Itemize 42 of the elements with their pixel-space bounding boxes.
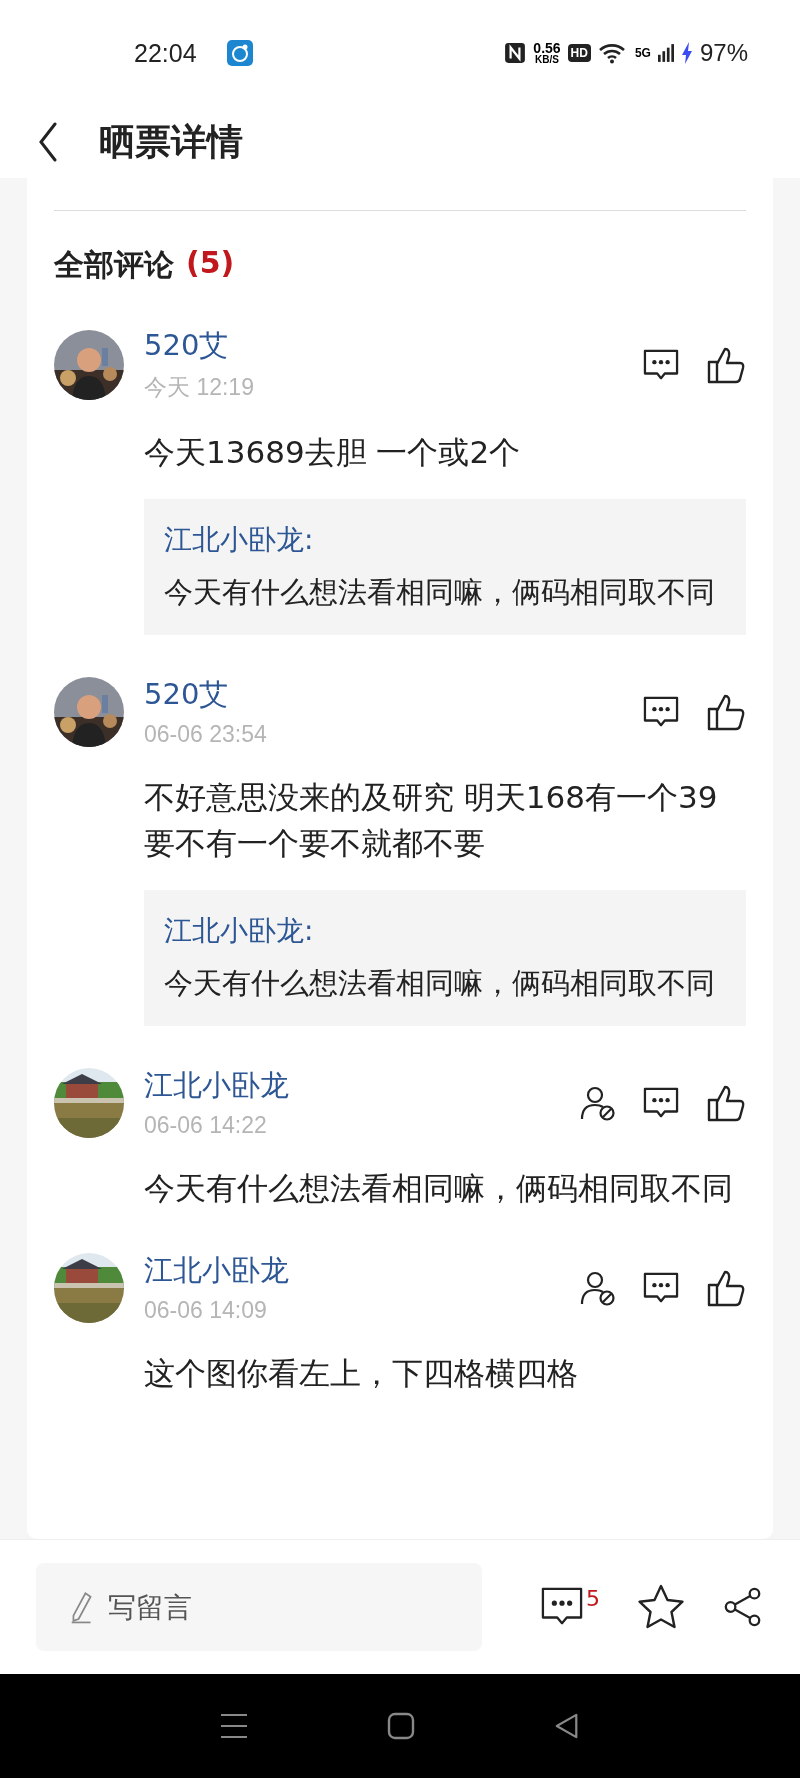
author-name[interactable]: 江北小卧龙 [144,1251,289,1291]
comment-time: 06-06 14:09 [144,1297,268,1324]
reply-icon[interactable] [642,694,680,729]
comment-count-label: 5 [586,1586,600,1611]
reply-text: 今天有什么想法看相同嘛，俩码相同取不同 [164,574,716,611]
charging-icon [680,42,693,64]
status-time: 22:04 [134,38,197,68]
comment-text: 不好意思没来的及研究 明天168有一个39要不有一个要不就都不要 [144,778,719,863]
reply-icon[interactable] [642,1085,680,1120]
reply-author[interactable]: 江北小卧龙: [164,912,722,950]
network-type: 5G [634,46,651,60]
reply-icon[interactable] [642,1270,680,1305]
author-name[interactable]: 江北小卧龙 [144,1066,289,1106]
home-icon[interactable] [387,1712,415,1740]
nfc-icon [504,42,527,64]
comment-text: 今天有什么想法看相同嘛，俩码相同取不同 [144,1169,734,1208]
app-notification-icon [226,40,253,66]
comment-text: 这个图你看左上，下四格横四格 [144,1354,579,1393]
hd-badge: HD [567,44,591,62]
net-unit: KB/S [535,55,559,65]
reply-text: 今天有什么想法看相同嘛，俩码相同取不同 [164,965,716,1002]
menu-icon[interactable] [219,1713,248,1739]
section-title: 全部评论 [54,246,174,284]
comment-time: 06-06 23:54 [144,721,267,748]
comment-time: 06-06 14:22 [144,1112,268,1139]
pen-icon [70,1589,94,1625]
comment-time: 今天 12:19 [144,373,254,402]
author-name[interactable]: 520艾 [144,326,254,366]
comment-text: 今天13689去胆 一个或2个 [144,433,522,472]
author-name[interactable]: 520艾 [144,675,267,715]
net-speed: 0.56 [533,41,561,55]
page-title: 晒票详情 [99,119,243,164]
comment-input[interactable]: 写留言 [36,1563,482,1651]
back-icon[interactable] [37,122,59,162]
battery-level: 97% [699,39,748,67]
signal-icon [657,43,674,63]
star-icon[interactable] [636,1583,686,1631]
reply-icon[interactable] [642,347,680,382]
block-user-icon[interactable] [580,1084,616,1121]
block-user-icon[interactable] [580,1269,616,1306]
comment-count: (5) [186,245,235,282]
reply-author[interactable]: 江北小卧龙: [164,521,722,559]
